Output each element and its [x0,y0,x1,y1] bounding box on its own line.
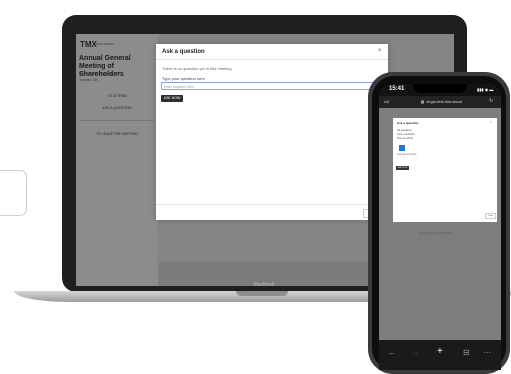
app-sidebar: TMX AGM Platform Annual General Meeting … [76,34,158,286]
app-logo-subtitle: AGM Platform [96,42,115,46]
back-icon[interactable]: ← [388,348,396,357]
empty-state-text: There is no question yet in this meeting [162,66,232,71]
sidebar-divider [80,120,154,121]
anonymous-checkbox[interactable] [399,145,405,151]
modal-footer-divider [156,204,388,205]
phone-question-modal: Ask a question × No questions Type a que… [393,118,497,222]
new-tab-icon[interactable]: + [437,346,443,357]
close-icon[interactable]: × [490,120,492,124]
phone-modal-close-button[interactable]: Close [485,213,496,219]
url-text[interactable]: 🔒 virgin-test-ikm.cloud [401,99,481,104]
leave-meeting-button[interactable]: TO LEAVE THE MEETING [84,130,150,138]
decorative-card [0,170,27,216]
question-prompt: Type your question here [162,76,205,81]
meeting-place: Toronto, ON [79,78,98,82]
anonymous-label: Ask anonymously [397,153,417,156]
laptop-notch [236,291,288,296]
close-icon[interactable]: × [378,48,382,54]
ask-question-button[interactable]: ASK A QUESTION [84,104,150,112]
meeting-date: May 5, 2021, 9:30 am EDT [79,72,121,76]
phone-modal-title: Ask a question [397,121,419,125]
phone-modal-text: Type a question [397,133,415,136]
forward-icon[interactable]: → [412,348,420,357]
app-logo: TMX [80,40,97,49]
reload-icon[interactable]: ↻ [489,98,493,104]
macbook-label: MacBook [253,282,275,288]
footer-link[interactable]: Powered by the AGM platform [419,232,452,235]
phone-notch [413,84,467,93]
ask-question-modal: Ask a question × There is no question ye… [156,44,388,220]
phone-screen: 15:41 ▮▮▮ ◉ ▬ AA 🔒 virgin-test-ikm.cloud… [379,84,501,370]
ask-now-button[interactable]: ASK NOW [161,95,183,102]
phone-time: 15:41 [389,86,405,92]
tabs-icon[interactable]: ⋯ [483,348,491,357]
question-input[interactable]: enter question here [161,82,381,90]
phone-ask-now-button[interactable]: ASK NOW [396,166,409,170]
modal-title: Ask a question [162,49,205,55]
signal-icon: ▮▮▮ ◉ ▬ [477,87,494,92]
bookmarks-icon[interactable]: ⊟ [463,348,470,357]
attend-button[interactable]: TO ATTEND [84,92,150,100]
phone-modal-text: here to submit [397,137,413,140]
modal-divider [156,59,388,60]
phone-modal-text: No questions [397,129,412,132]
text-size-icon[interactable]: AA [384,99,389,104]
